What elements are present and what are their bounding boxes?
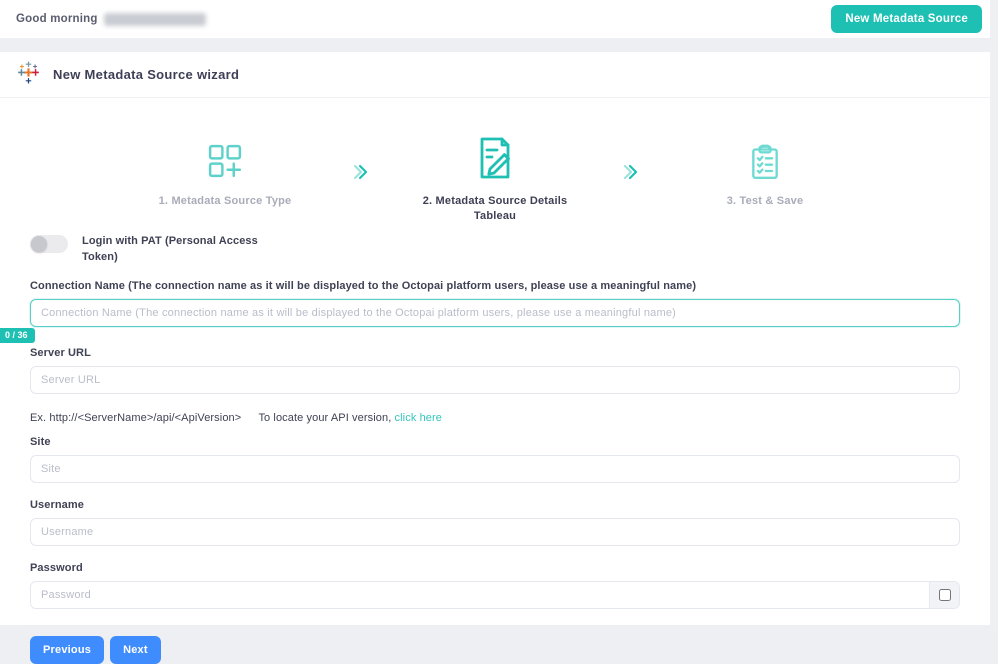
next-button[interactable]: Next: [110, 635, 161, 664]
server-url-label: Server URL: [30, 346, 91, 359]
wizard-actions: Previous Next: [30, 635, 960, 664]
greeting-text: Good morning: [16, 13, 98, 25]
server-url-helper: Ex. http://<ServerName>/api/<ApiVersion>…: [30, 412, 960, 424]
document-pencil-icon: [471, 132, 519, 182]
chevron-right-icon: [610, 162, 650, 182]
top-bar: Good morning New Metadata Source: [0, 0, 998, 38]
helper-example-text: Ex. http://<ServerName>/api/<ApiVersion>: [30, 411, 242, 424]
wizard-form: Login with PAT (Personal Access Token) C…: [0, 234, 990, 664]
grid-plus-icon: [204, 132, 246, 182]
previous-button[interactable]: Previous: [30, 635, 105, 664]
pat-toggle-label: Login with PAT (Personal Access Token): [82, 235, 258, 263]
username-input[interactable]: [30, 517, 960, 546]
step-metadata-source-type[interactable]: 1. Metadata Source Type: [110, 132, 340, 209]
wizard-card-header: New Metadata Source wizard: [0, 52, 990, 98]
show-password-checkbox[interactable]: [938, 588, 951, 601]
password-label: Password: [30, 561, 83, 574]
step-label: 2. Metadata Source Details Tableau: [423, 194, 568, 225]
connection-name-input[interactable]: [30, 298, 960, 327]
click-here-link[interactable]: click here: [395, 412, 442, 424]
site-label: Site: [30, 435, 51, 448]
password-input[interactable]: [31, 581, 929, 608]
step-label-line2: Tableau: [473, 210, 517, 223]
pat-toggle[interactable]: [30, 235, 68, 253]
username-label: Username: [30, 498, 84, 511]
step-label: 3. Test & Save: [726, 195, 804, 207]
page-background-band: [0, 38, 998, 52]
site-input[interactable]: [30, 454, 960, 483]
pat-toggle-row: Login with PAT (Personal Access Token): [30, 234, 260, 266]
new-metadata-source-button[interactable]: New Metadata Source: [831, 5, 982, 33]
connection-name-label: Connection Name (The connection name as …: [30, 279, 697, 292]
footer-divider: [30, 624, 960, 626]
scrollbar-track[interactable]: [990, 0, 998, 631]
server-url-input[interactable]: [30, 365, 960, 394]
step-label-line1: 2. Metadata Source Details: [422, 195, 568, 207]
tableau-logo-icon: [16, 60, 41, 90]
step-test-and-save[interactable]: 3. Test & Save: [650, 132, 880, 209]
character-counter-badge: 0 / 36: [0, 327, 35, 343]
wizard-card: New Metadata Source wizard 1. Metadata S…: [0, 52, 990, 664]
toggle-knob-icon: [31, 236, 47, 252]
wizard-steps: 1. Metadata Source Type 2. Metadata Sour…: [0, 132, 990, 222]
page-title: New Metadata Source wizard: [53, 67, 240, 82]
helper-text: To locate your API version,: [258, 411, 392, 424]
step-metadata-source-details[interactable]: 2. Metadata Source Details Tableau: [380, 132, 610, 225]
show-password-addon: [929, 581, 959, 608]
redacted-company-name: [103, 12, 206, 26]
password-input-group: [30, 580, 960, 609]
clipboard-checklist-icon: [745, 132, 785, 182]
step-label: 1. Metadata Source Type: [158, 195, 292, 207]
chevron-right-icon: [340, 162, 380, 182]
